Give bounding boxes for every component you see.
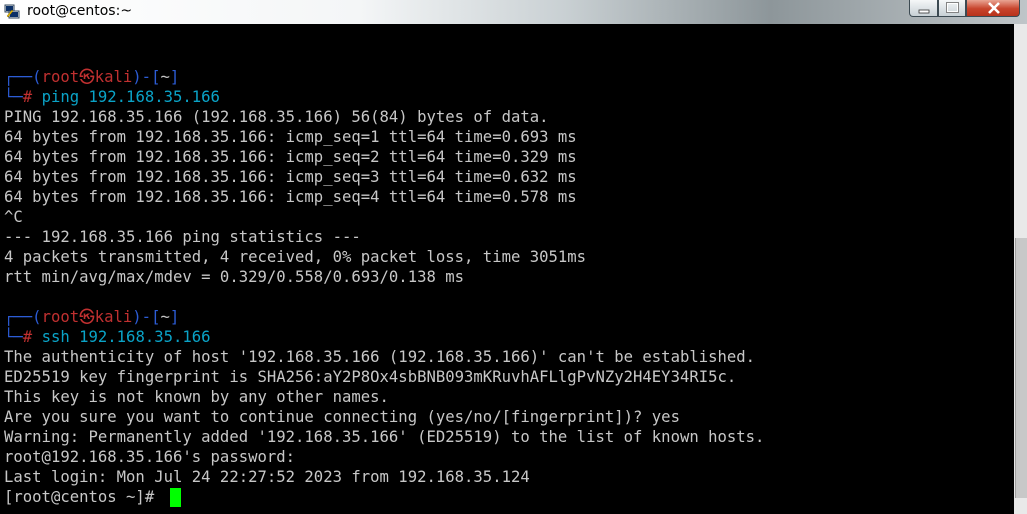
window-title: root@centos:~ <box>27 3 133 19</box>
output-line: 64 bytes from 192.168.35.166: icmp_seq=1… <box>4 128 577 146</box>
output-line: --- 192.168.35.166 ping statistics --- <box>4 228 361 246</box>
output-line: ^C <box>4 208 23 226</box>
output-line: ED25519 key fingerprint is SHA256:aY2P8O… <box>4 368 737 386</box>
output-line: 64 bytes from 192.168.35.166: icmp_seq=4… <box>4 188 577 206</box>
command-line: └─# ssh 192.168.35.166 <box>4 328 211 346</box>
close-icon <box>988 2 1000 14</box>
output-line: root@192.168.35.166's password: <box>4 448 296 466</box>
terminal-window[interactable]: ┌──(root㉿kali)-[~] └─# ping 192.168.35.1… <box>0 24 1027 514</box>
putty-icon[interactable] <box>4 3 20 19</box>
title-bar[interactable]: root@centos:~ <box>0 0 1027 25</box>
skull-icon: ㉿ <box>79 68 95 86</box>
output-line: Warning: Permanently added '192.168.35.1… <box>4 428 765 446</box>
prompt-line-top: ┌──(root㉿kali)-[~] <box>4 308 180 326</box>
output-line: Are you sure you want to continue connec… <box>4 408 680 426</box>
output-line: This key is not known by any other names… <box>4 388 389 406</box>
skull-icon: ㉿ <box>79 308 95 326</box>
maximize-icon <box>946 2 959 13</box>
terminal-output[interactable]: ┌──(root㉿kali)-[~] └─# ping 192.168.35.1… <box>4 27 1014 507</box>
maximize-button[interactable] <box>938 0 966 17</box>
output-line: Last login: Mon Jul 24 22:27:52 2023 fro… <box>4 468 530 486</box>
scrollbar-thumb[interactable] <box>1015 238 1027 498</box>
output-line: PING 192.168.35.166 (192.168.35.166) 56(… <box>4 108 549 126</box>
minimize-button[interactable] <box>909 0 938 17</box>
shell-prompt[interactable]: [root@centos ~]# <box>4 487 164 507</box>
output-line: 4 packets transmitted, 4 received, 0% pa… <box>4 248 587 266</box>
output-line: rtt min/avg/max/mdev = 0.329/0.558/0.693… <box>4 268 465 286</box>
output-line: The authenticity of host '192.168.35.166… <box>4 348 756 366</box>
output-line: 64 bytes from 192.168.35.166: icmp_seq=3… <box>4 168 577 186</box>
text-cursor <box>170 488 181 507</box>
minimize-icon <box>918 9 930 14</box>
close-button[interactable] <box>966 0 1020 17</box>
output-line: 64 bytes from 192.168.35.166: icmp_seq=2… <box>4 148 577 166</box>
command-line: └─# ping 192.168.35.166 <box>4 88 220 106</box>
prompt-line-top: ┌──(root㉿kali)-[~] <box>4 68 180 86</box>
